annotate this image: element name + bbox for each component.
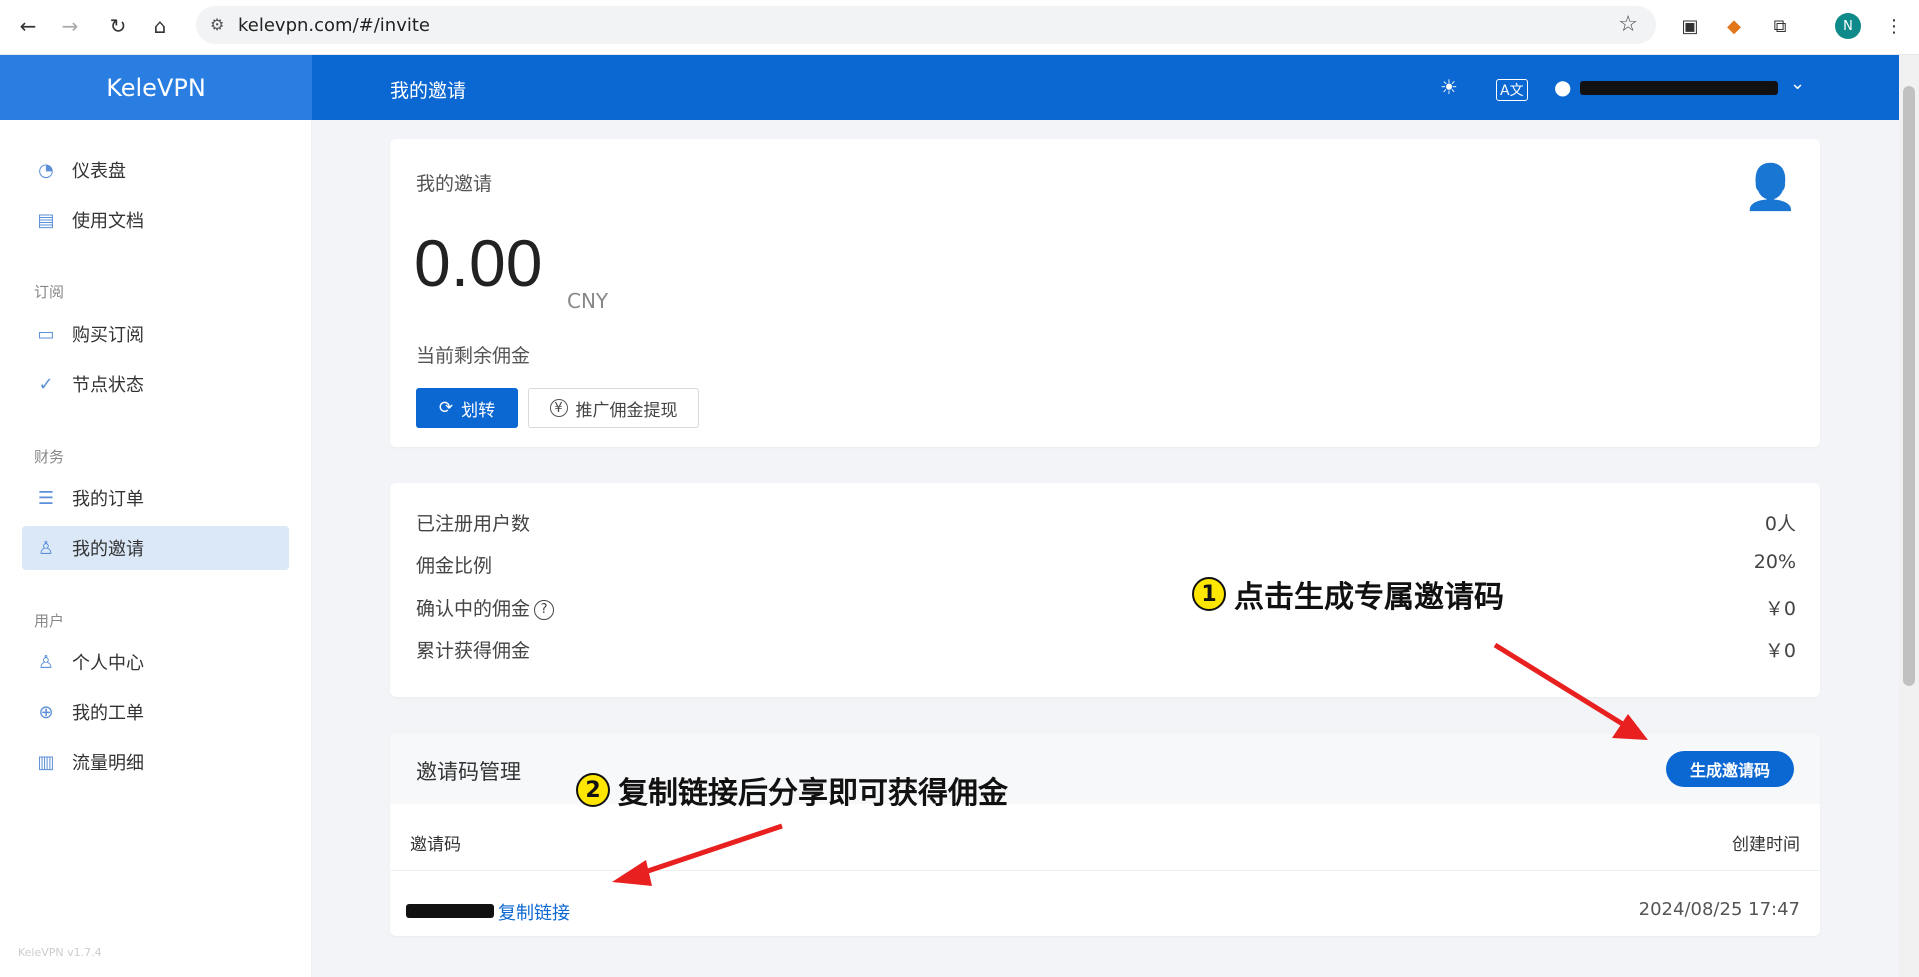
sidebar-item-tickets[interactable]: ⊕ 我的工单 [22, 690, 289, 734]
redacted-invite-code [406, 904, 494, 918]
sidebar-item-dashboard[interactable]: ◔ 仪表盘 [22, 148, 289, 192]
page-title: 我的邀请 [390, 80, 467, 102]
brand-logo[interactable]: KeleVPN [0, 55, 312, 120]
help-icon[interactable]: ? [534, 600, 555, 620]
address-bar[interactable]: ⚙ kelevpn.com/#/invite ☆ [196, 6, 1656, 44]
top-bar: 我的邀请 ☀ A文 ● ⌄ [312, 55, 1899, 120]
sidebar-item-profile[interactable]: ♙ 个人中心 [22, 640, 289, 684]
sidebar-item-node-status[interactable]: ✓ 节点状态 [22, 362, 289, 406]
forward-icon[interactable]: → [56, 12, 84, 40]
stat-row: 佣金比例 20% [416, 551, 1796, 577]
extension-icon[interactable]: ▣ [1676, 12, 1704, 40]
language-icon[interactable]: A文 [1496, 79, 1528, 101]
annotation-step-2: 2 复制链接后分享即可获得佣金 [576, 768, 1008, 812]
step-number: 1 [1192, 577, 1226, 611]
main-content: 我的邀请 👤 0.00 CNY 当前剩余佣金 ⟳ 划转 ¥ 推广佣金提现 已注册… [312, 120, 1899, 977]
commission-subtitle: 当前剩余佣金 [416, 345, 531, 367]
list-icon: ☰ [37, 487, 55, 509]
sidebar: ◔ 仪表盘 ▤ 使用文档 订阅 ▭ 购买订阅 ✓ 节点状态 财务 ☰ 我的订单 … [0, 120, 312, 977]
stat-row: 已注册用户数 0人 [416, 513, 1796, 535]
commission-amount: 0.00 [414, 226, 543, 300]
user-account-icon[interactable]: ● [1554, 75, 1571, 99]
commission-title: 我的邀请 [416, 173, 493, 195]
book-icon: ▤ [37, 209, 55, 231]
transfer-button[interactable]: ⟳ 划转 [416, 388, 518, 428]
site-settings-icon[interactable]: ⚙ [210, 15, 224, 34]
commission-currency: CNY [567, 289, 609, 313]
column-header-created: 创建时间 [1732, 835, 1800, 855]
chevron-down-icon[interactable]: ⌄ [1790, 73, 1805, 94]
divider [390, 870, 1820, 871]
bag-icon: ▭ [37, 323, 55, 345]
reload-icon[interactable]: ↻ [104, 12, 132, 40]
app-version: KeleVPN v1.7.4 [18, 946, 102, 959]
stat-row: 确认中的佣金? ￥0 [416, 598, 1796, 620]
column-header-code: 邀请码 [410, 835, 461, 855]
invite-stats-card: 已注册用户数 0人 佣金比例 20% 确认中的佣金? ￥0 累计获得佣金 ￥0 [390, 483, 1820, 697]
commission-card: 我的邀请 👤 0.00 CNY 当前剩余佣金 ⟳ 划转 ¥ 推广佣金提现 [390, 139, 1820, 447]
bar-chart-icon: ▥ [37, 751, 55, 773]
sidebar-group-finance: 财务 [34, 448, 65, 466]
invite-code-title: 邀请码管理 [416, 760, 521, 784]
sidebar-group-user: 用户 [34, 612, 65, 630]
sidebar-item-traffic[interactable]: ▥ 流量明细 [22, 740, 289, 784]
home-icon[interactable]: ⌂ [146, 12, 174, 40]
bookmark-star-icon[interactable]: ☆ [1618, 12, 1638, 37]
sidebar-item-docs[interactable]: ▤ 使用文档 [22, 198, 289, 242]
lifebuoy-icon: ⊕ [38, 701, 54, 723]
add-user-icon: 👤 [1743, 162, 1798, 213]
generate-invite-code-button[interactable]: 生成邀请码 [1666, 751, 1794, 787]
back-icon[interactable]: ← [14, 12, 42, 40]
annotation-step-1: 1 点击生成专属邀请码 [1192, 572, 1504, 616]
metamask-icon[interactable]: ◆ [1720, 12, 1748, 40]
check-circle-icon: ✓ [38, 373, 54, 395]
sidebar-group-subscribe: 订阅 [34, 283, 65, 301]
redacted-username[interactable] [1580, 81, 1778, 95]
sidebar-item-buy-subscription[interactable]: ▭ 购买订阅 [22, 312, 289, 356]
invite-code-card: 邀请码管理 生成邀请码 邀请码 创建时间 复制链接 2024/08/25 17:… [390, 734, 1820, 936]
user-icon: ♙ [37, 651, 55, 673]
sidebar-item-orders[interactable]: ☰ 我的订单 [22, 476, 289, 520]
url-text: kelevpn.com/#/invite [238, 15, 430, 36]
sidebar-item-invite[interactable]: ♙ 我的邀请 [22, 526, 289, 570]
more-menu-icon[interactable]: ⋮ [1880, 12, 1908, 40]
yen-icon: ¥ [549, 399, 568, 417]
copy-link[interactable]: 复制链接 [498, 899, 570, 925]
withdraw-button[interactable]: ¥ 推广佣金提现 [528, 388, 699, 428]
theme-toggle-icon[interactable]: ☀ [1440, 75, 1458, 99]
step-number: 2 [576, 773, 610, 807]
profile-avatar[interactable]: N [1835, 13, 1861, 39]
users-icon: ♙ [37, 537, 55, 559]
created-time: 2024/08/25 17:47 [1638, 899, 1800, 920]
stat-row: 累计获得佣金 ￥0 [416, 640, 1796, 662]
dashboard-icon: ◔ [38, 159, 54, 181]
scrollbar-thumb[interactable] [1903, 86, 1915, 686]
transfer-icon: ⟳ [438, 398, 454, 418]
extensions-puzzle-icon[interactable]: ⧉ [1766, 12, 1794, 40]
browser-toolbar: ← → ↻ ⌂ ⚙ kelevpn.com/#/invite ☆ ▣ ◆ ⧉ N… [0, 0, 1919, 55]
